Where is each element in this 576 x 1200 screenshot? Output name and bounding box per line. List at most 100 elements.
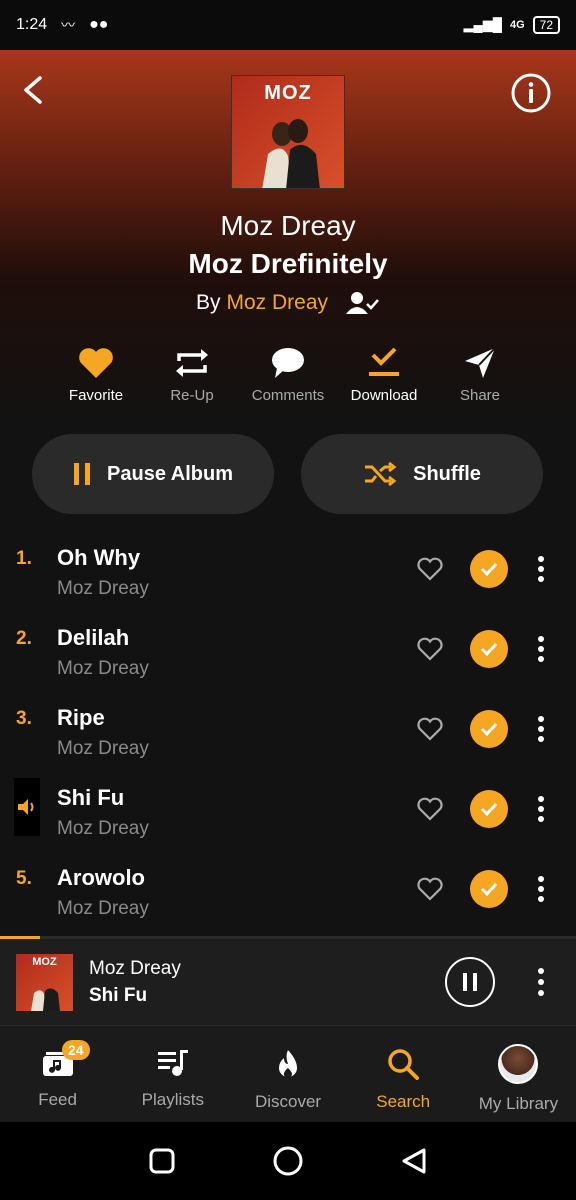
favorite-button[interactable]: Favorite bbox=[48, 345, 144, 404]
nav-discover[interactable]: Discover bbox=[230, 1026, 345, 1122]
track-artist: Moz Dreay bbox=[57, 658, 149, 679]
download-check-icon bbox=[369, 347, 399, 376]
download-label: Download bbox=[350, 387, 418, 404]
share-label: Share bbox=[459, 387, 501, 404]
flame-icon bbox=[279, 1050, 297, 1079]
by-prefix: By bbox=[195, 291, 221, 314]
more-options-icon[interactable] bbox=[530, 634, 552, 664]
favorite-label: Favorite bbox=[68, 387, 124, 404]
activity-icon: 〰 bbox=[61, 17, 76, 33]
system-navigation-bar bbox=[0, 1122, 576, 1200]
by-artist-link[interactable]: Moz Dreay bbox=[226, 291, 328, 315]
downloaded-check-icon[interactable] bbox=[470, 710, 508, 748]
network-type: 4G bbox=[509, 19, 525, 31]
track-number: 5. bbox=[16, 868, 32, 889]
follow-user-icon[interactable] bbox=[346, 290, 380, 316]
shuffle-label: Shuffle bbox=[413, 462, 481, 485]
back-arrow-icon[interactable] bbox=[18, 72, 48, 108]
more-options-icon[interactable] bbox=[530, 874, 552, 904]
share-button[interactable]: Share bbox=[432, 345, 528, 404]
more-options-icon[interactable] bbox=[530, 714, 552, 744]
home-icon[interactable] bbox=[272, 1145, 304, 1177]
battery-level: 72 bbox=[532, 16, 560, 34]
heart-outline-icon[interactable] bbox=[416, 876, 444, 902]
nav-playlists[interactable]: Playlists bbox=[115, 1026, 230, 1122]
nav-search[interactable]: Search bbox=[346, 1026, 461, 1122]
action-row: Favorite Re-Up Comments Download Share bbox=[48, 345, 528, 404]
nav-playlists-label: Playlists bbox=[141, 1090, 204, 1109]
shuffle-icon bbox=[365, 461, 397, 487]
track-artist: Moz Dreay bbox=[57, 818, 149, 839]
album-artist: Moz Dreay bbox=[220, 210, 356, 241]
track-row[interactable]: 1. Oh Why Moz Dreay bbox=[0, 530, 576, 610]
nav-feed[interactable]: 24 Feed bbox=[0, 1026, 115, 1122]
downloaded-check-icon[interactable] bbox=[470, 550, 508, 588]
user-avatar bbox=[498, 1044, 539, 1084]
track-artist: Moz Dreay bbox=[57, 578, 149, 599]
track-row[interactable]: 5. Arowolo Moz Dreay bbox=[0, 850, 576, 930]
pause-icon bbox=[74, 463, 91, 485]
heart-outline-icon[interactable] bbox=[416, 636, 444, 662]
mini-player-artist: Moz Dreay bbox=[89, 958, 181, 979]
nav-my-library-label: My Library bbox=[478, 1094, 559, 1113]
track-title: Delilah bbox=[57, 625, 130, 650]
more-options-icon[interactable] bbox=[530, 966, 552, 998]
track-list: 1. Oh Why Moz Dreay 2. Delilah Moz Dreay… bbox=[0, 530, 576, 930]
pause-album-button[interactable]: Pause Album bbox=[32, 434, 274, 514]
track-row-now-playing[interactable]: Shi Fu Moz Dreay bbox=[0, 770, 576, 850]
track-artist: Moz Dreay bbox=[57, 738, 149, 759]
share-icon bbox=[465, 347, 496, 378]
downloaded-check-icon[interactable] bbox=[470, 790, 508, 828]
info-icon[interactable] bbox=[510, 72, 552, 114]
downloaded-check-icon[interactable] bbox=[470, 870, 508, 908]
notification-dots-icon: ●● bbox=[89, 16, 109, 33]
status-time: 1:24 bbox=[16, 16, 48, 33]
track-title: Ripe bbox=[57, 705, 105, 730]
repeat-icon bbox=[176, 349, 208, 377]
nav-my-library[interactable]: My Library bbox=[461, 1026, 576, 1122]
nav-feed-label: Feed bbox=[38, 1090, 77, 1109]
downloaded-check-icon[interactable] bbox=[470, 630, 508, 668]
shuffle-button[interactable]: Shuffle bbox=[301, 434, 543, 514]
nav-discover-label: Discover bbox=[254, 1092, 322, 1111]
track-artist: Moz Dreay bbox=[57, 898, 149, 919]
heart-outline-icon[interactable] bbox=[416, 716, 444, 742]
playlists-icon bbox=[157, 1050, 188, 1076]
feed-badge: 24 bbox=[62, 1040, 90, 1060]
album-title: Moz Drefinitely bbox=[188, 248, 388, 279]
signal-icon: ▂▄▆█ bbox=[463, 17, 502, 32]
reup-label: Re-Up bbox=[170, 387, 214, 404]
track-row[interactable]: 2. Delilah Moz Dreay bbox=[0, 610, 576, 690]
album-byline: By Moz Dreay bbox=[0, 290, 576, 316]
cover-artwork bbox=[262, 119, 320, 188]
reup-button[interactable]: Re-Up bbox=[144, 345, 240, 404]
track-number: 2. bbox=[16, 628, 32, 649]
search-icon bbox=[388, 1049, 420, 1080]
download-button[interactable]: Download bbox=[336, 345, 432, 404]
recent-apps-icon[interactable] bbox=[148, 1147, 176, 1175]
mini-pause-button[interactable] bbox=[445, 957, 495, 1007]
pause-album-label: Pause Album bbox=[107, 462, 233, 485]
mini-player[interactable]: MOZ Moz Dreay Shi Fu bbox=[0, 939, 576, 1025]
comments-button[interactable]: Comments bbox=[240, 345, 336, 404]
more-options-icon[interactable] bbox=[530, 794, 552, 824]
heart-outline-icon[interactable] bbox=[416, 556, 444, 582]
back-triangle-icon[interactable] bbox=[400, 1147, 428, 1175]
track-title: Arowolo bbox=[57, 865, 145, 890]
comments-label: Comments bbox=[251, 387, 325, 404]
track-number: 1. bbox=[16, 548, 32, 569]
comment-icon bbox=[272, 348, 304, 378]
track-number: 3. bbox=[16, 708, 32, 729]
track-title: Shi Fu bbox=[57, 785, 125, 810]
heart-outline-icon[interactable] bbox=[416, 796, 444, 822]
mini-player-cover: MOZ bbox=[16, 954, 73, 1011]
track-title: Oh Why bbox=[57, 545, 141, 570]
mini-player-track: Shi Fu bbox=[89, 985, 148, 1006]
now-playing-speaker-icon bbox=[14, 778, 40, 836]
status-bar: 1:24 〰 ●● ▂▄▆█ 4G 72 bbox=[0, 0, 576, 50]
bottom-navigation: 24 Feed Playlists Discover Search My Lib… bbox=[0, 1025, 576, 1122]
track-row[interactable]: 3. Ripe Moz Dreay bbox=[0, 690, 576, 770]
more-options-icon[interactable] bbox=[530, 554, 552, 584]
album-cover: MOZ bbox=[231, 75, 345, 189]
pause-icon bbox=[463, 973, 477, 991]
